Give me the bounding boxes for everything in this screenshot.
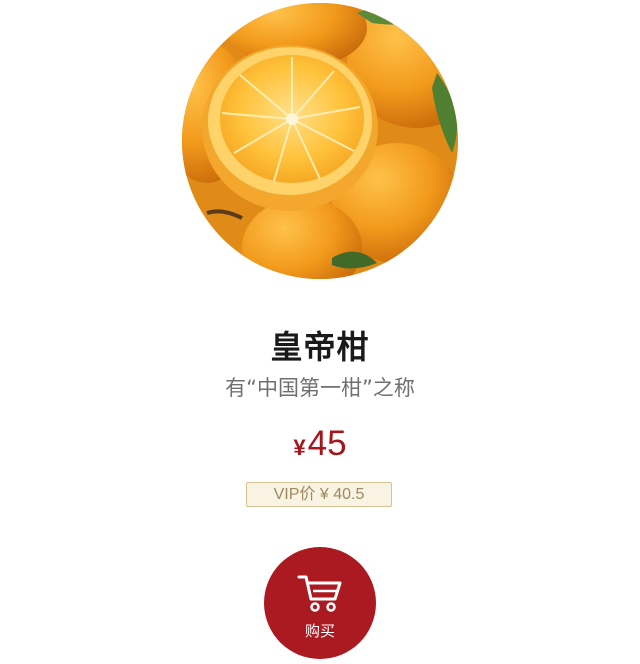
- shopping-cart-icon: [297, 575, 342, 612]
- product-name: 皇帝柑: [270, 328, 370, 366]
- vip-price-badge: VIP价 ¥ 40.5: [246, 482, 392, 507]
- product-tagline: 有“中国第一柑”之称: [225, 376, 415, 400]
- currency-symbol: ¥: [293, 435, 306, 460]
- buy-button[interactable]: 购买: [264, 547, 376, 659]
- buy-button-label: 购买: [304, 622, 335, 640]
- price-amount: 45: [307, 424, 347, 463]
- product-image: [182, 3, 458, 279]
- product-price: ¥45: [0, 424, 640, 464]
